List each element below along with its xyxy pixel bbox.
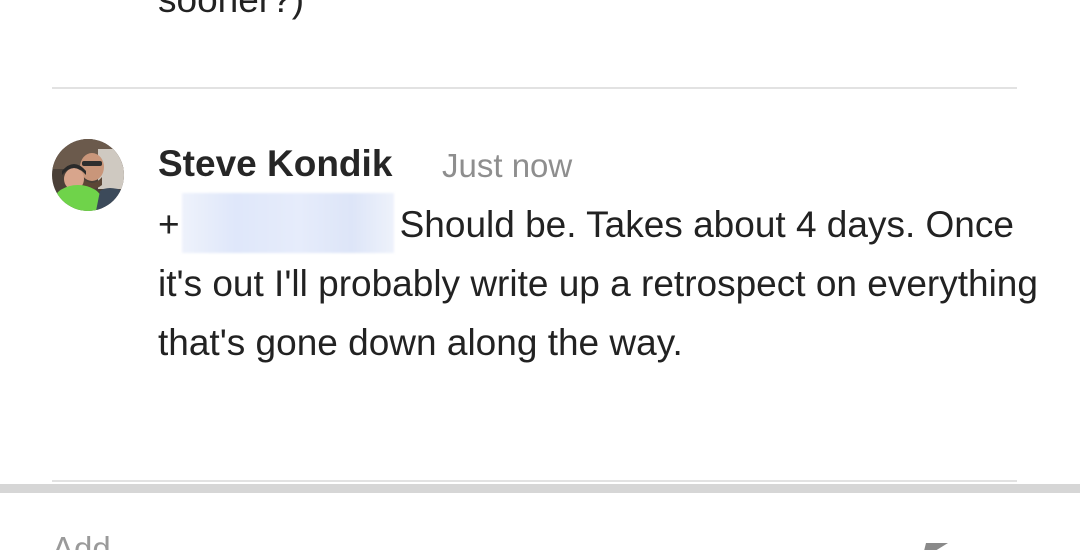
comment-timestamp: Just now — [442, 147, 573, 184]
comment-divider-bottom — [52, 480, 1017, 482]
mention-prefix: + — [158, 204, 180, 245]
send-icon[interactable] — [920, 539, 950, 550]
compose-bar[interactable]: Add — [0, 493, 1080, 550]
avatar[interactable] — [52, 139, 124, 211]
author-name[interactable]: Steve Kondik — [158, 141, 392, 187]
comments-screen: sooner?) Steve Kondik Just now +Should b… — [0, 0, 1080, 550]
redacted-mention[interactable] — [181, 193, 394, 253]
comment-divider — [52, 87, 1017, 89]
comment-body: + Should be. Takes about 4 days. Once it'… — [158, 193, 1038, 372]
compose-input[interactable]: Add — [52, 529, 111, 550]
compose-bar-shadow — [0, 484, 1080, 493]
user-avatar-icon — [52, 139, 124, 211]
previous-comment-text: sooner?) — [158, 0, 304, 22]
